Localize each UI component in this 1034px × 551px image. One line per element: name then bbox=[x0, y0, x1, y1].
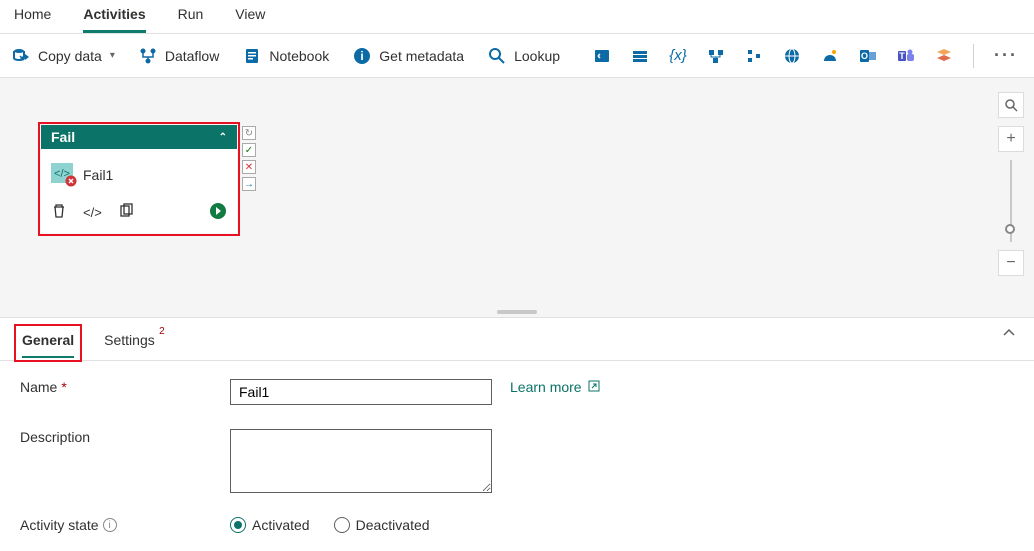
outlook-icon[interactable]: O bbox=[859, 47, 877, 65]
info-icon: i bbox=[353, 47, 371, 65]
connector-loop-icon[interactable]: ↻ bbox=[242, 126, 256, 140]
toolbar: Copy data ▾ Dataflow Notebook i Get meta… bbox=[0, 34, 1034, 78]
tab-activities[interactable]: Activities bbox=[83, 6, 145, 33]
property-tabs: General Settings 2 bbox=[0, 318, 1034, 361]
node-body: </> Fail1 bbox=[41, 149, 237, 196]
chevron-up-icon[interactable]: ⌃ bbox=[219, 132, 227, 143]
node-name: Fail1 bbox=[83, 167, 113, 183]
info-icon[interactable]: i bbox=[103, 518, 117, 532]
tab-general[interactable]: General bbox=[22, 328, 74, 358]
tab-settings[interactable]: Settings 2 bbox=[104, 328, 155, 356]
connector-success-icon[interactable]: ✓ bbox=[242, 143, 256, 157]
zoom-slider-track[interactable] bbox=[1010, 160, 1012, 242]
row-activity-state: Activity state i Activated Deactivated bbox=[20, 517, 1014, 533]
semantic-model-icon[interactable] bbox=[935, 47, 953, 65]
zoom-out-button[interactable]: − bbox=[998, 250, 1024, 276]
variable-icon[interactable]: {x} bbox=[669, 47, 687, 65]
kql-icon[interactable] bbox=[745, 47, 763, 65]
copy-data-label: Copy data bbox=[38, 48, 102, 64]
run-node-icon[interactable] bbox=[209, 202, 227, 223]
description-input[interactable] bbox=[230, 429, 492, 493]
zoom-controls: + − bbox=[998, 92, 1024, 276]
search-icon bbox=[488, 47, 506, 65]
selected-node-highlight: Fail ⌃ </> Fail1 </> ↻ bbox=[38, 122, 240, 236]
radio-deactivated-circle bbox=[334, 517, 350, 533]
sproc-icon[interactable] bbox=[631, 47, 649, 65]
notebook-label: Notebook bbox=[269, 48, 329, 64]
canvas[interactable]: Fail ⌃ </> Fail1 </> ↻ bbox=[0, 78, 1034, 318]
tab-settings-label: Settings bbox=[104, 332, 155, 348]
radio-activated-circle bbox=[230, 517, 246, 533]
learn-more-link[interactable]: Learn more bbox=[510, 379, 600, 395]
node-header[interactable]: Fail ⌃ bbox=[41, 125, 237, 149]
web-icon[interactable] bbox=[783, 47, 801, 65]
get-metadata-label: Get metadata bbox=[379, 48, 464, 64]
svg-text:O: O bbox=[861, 51, 868, 61]
toolbar-extra-icons: {x} O T ··· bbox=[593, 44, 1022, 68]
row-description: Description bbox=[20, 429, 1014, 493]
pipeline-icon[interactable] bbox=[707, 47, 725, 65]
activity-state-radios: Activated Deactivated bbox=[230, 517, 430, 533]
svg-text:i: i bbox=[361, 49, 364, 63]
fail-activity-icon: </> bbox=[51, 163, 73, 186]
external-link-icon bbox=[588, 379, 600, 395]
description-label: Description bbox=[20, 429, 220, 445]
svg-text:T: T bbox=[899, 51, 905, 61]
script-icon[interactable] bbox=[593, 47, 611, 65]
settings-error-count: 2 bbox=[159, 326, 165, 337]
row-name: Name * Learn more bbox=[20, 379, 1014, 405]
name-label-text: Name bbox=[20, 379, 57, 395]
webhook-icon[interactable] bbox=[821, 47, 839, 65]
notebook-button[interactable]: Notebook bbox=[243, 47, 329, 65]
more-button[interactable]: ··· bbox=[994, 45, 1018, 66]
canvas-search-icon[interactable] bbox=[998, 92, 1024, 118]
delete-icon[interactable] bbox=[51, 203, 67, 222]
tab-view[interactable]: View bbox=[235, 6, 265, 33]
divider bbox=[973, 44, 974, 68]
radio-deactivated-label: Deactivated bbox=[356, 517, 430, 533]
radio-activated[interactable]: Activated bbox=[230, 517, 310, 533]
notebook-icon bbox=[243, 47, 261, 65]
tab-run[interactable]: Run bbox=[178, 6, 204, 33]
connector-fail-icon[interactable]: ✕ bbox=[242, 160, 256, 174]
required-marker: * bbox=[61, 379, 66, 395]
top-tabs: Home Activities Run View bbox=[0, 0, 1034, 34]
connector-skip-icon[interactable]: → bbox=[242, 177, 256, 191]
node-header-label: Fail bbox=[51, 129, 75, 145]
activity-state-label-text: Activity state bbox=[20, 517, 99, 533]
lookup-button[interactable]: Lookup bbox=[488, 47, 560, 65]
dataflow-button[interactable]: Dataflow bbox=[139, 47, 219, 65]
node-connectors: ↻ ✓ ✕ → bbox=[242, 126, 256, 191]
radio-activated-label: Activated bbox=[252, 517, 310, 533]
error-badge-icon bbox=[65, 174, 77, 190]
tab-home[interactable]: Home bbox=[14, 6, 51, 33]
copy-icon[interactable] bbox=[118, 203, 134, 222]
activity-state-label: Activity state i bbox=[20, 517, 220, 533]
learn-more-label: Learn more bbox=[510, 379, 582, 395]
code-icon[interactable]: </> bbox=[83, 205, 102, 220]
dataflow-icon bbox=[139, 47, 157, 65]
copy-data-button[interactable]: Copy data ▾ bbox=[12, 47, 115, 65]
zoom-in-button[interactable]: + bbox=[998, 126, 1024, 152]
zoom-slider-handle[interactable] bbox=[1005, 224, 1015, 234]
name-label: Name * bbox=[20, 379, 220, 395]
general-tab-highlight: General bbox=[14, 324, 82, 362]
dataflow-label: Dataflow bbox=[165, 48, 219, 64]
collapse-panel-icon[interactable] bbox=[1002, 326, 1016, 343]
lookup-label: Lookup bbox=[514, 48, 560, 64]
get-metadata-button[interactable]: i Get metadata bbox=[353, 47, 464, 65]
name-input[interactable] bbox=[230, 379, 492, 405]
teams-icon[interactable]: T bbox=[897, 47, 915, 65]
chevron-down-icon: ▾ bbox=[110, 50, 115, 61]
fail-activity-node[interactable]: Fail ⌃ </> Fail1 </> bbox=[41, 125, 237, 233]
copy-data-icon bbox=[12, 47, 30, 65]
node-actions: </> bbox=[41, 196, 237, 233]
panel-resize-handle[interactable] bbox=[497, 310, 537, 314]
radio-deactivated[interactable]: Deactivated bbox=[334, 517, 430, 533]
